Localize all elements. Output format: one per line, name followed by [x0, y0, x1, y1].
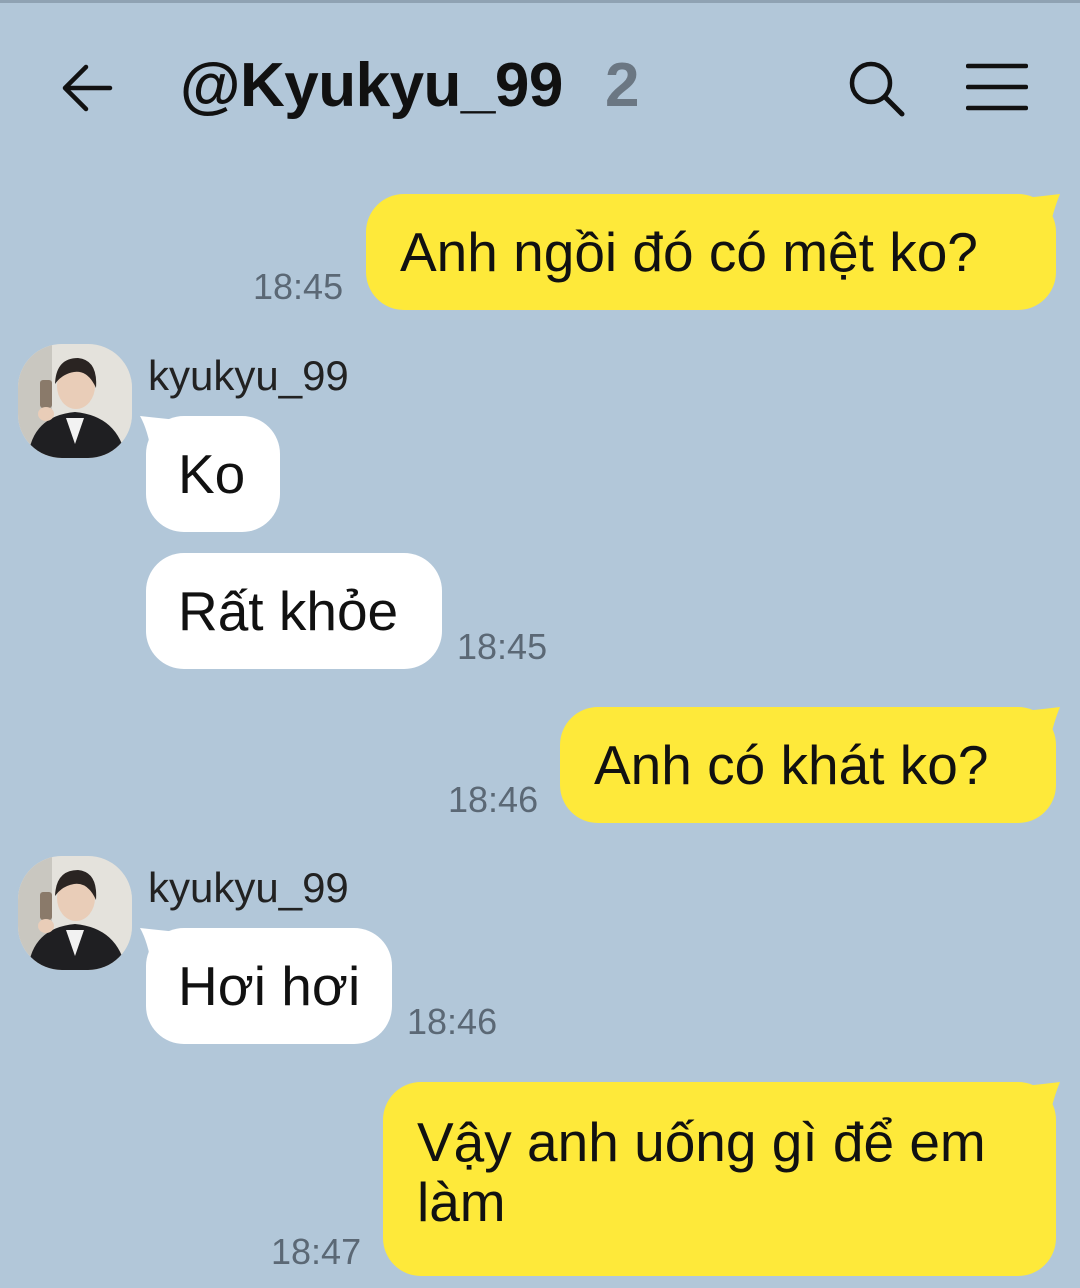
message-bubble-incoming[interactable]: Hơi hơi — [146, 928, 392, 1044]
message-bubble-outgoing[interactable]: Anh có khát ko? — [560, 707, 1056, 823]
sender-name: kyukyu_99 — [148, 352, 349, 399]
top-divider — [0, 0, 1080, 3]
message-time: 18:47 — [271, 1231, 362, 1272]
message-bubble-incoming[interactable]: Ko — [146, 416, 280, 532]
message-text: Hơi hơi — [178, 955, 361, 1017]
avatar-image — [18, 856, 132, 970]
message-text: Anh ngồi đó có mệt ko? — [400, 221, 978, 283]
menu-button[interactable] — [965, 60, 1029, 116]
message-text: Vậy anh uống gì để em làm — [417, 1111, 986, 1233]
sender-name: kyukyu_99 — [148, 864, 349, 911]
message-text: Anh có khát ko? — [594, 734, 989, 796]
chat-title: @Kyukyu_99 — [180, 51, 563, 120]
message-text: Rất khỏe — [178, 580, 399, 642]
avatar[interactable] — [18, 856, 132, 970]
avatar-image — [18, 344, 132, 458]
message-bubble-incoming[interactable]: Rất khỏe — [146, 553, 442, 669]
message-time: 18:45 — [457, 626, 548, 667]
message-time: 18:46 — [407, 1001, 498, 1042]
avatar[interactable] — [18, 344, 132, 458]
search-icon — [849, 61, 905, 117]
back-button[interactable] — [60, 58, 116, 118]
arrow-left-icon — [62, 64, 113, 112]
message-time: 18:45 — [253, 266, 344, 307]
message-bubble-outgoing[interactable]: Anh ngồi đó có mệt ko? — [366, 194, 1056, 310]
search-button[interactable] — [846, 58, 908, 120]
hamburger-menu-icon — [965, 63, 1029, 111]
message-time: 18:46 — [448, 779, 539, 820]
message-bubble-outgoing[interactable]: Vậy anh uống gì để em làm — [383, 1082, 1056, 1276]
message-text: Ko — [178, 443, 246, 505]
member-count: 2 — [605, 51, 640, 120]
